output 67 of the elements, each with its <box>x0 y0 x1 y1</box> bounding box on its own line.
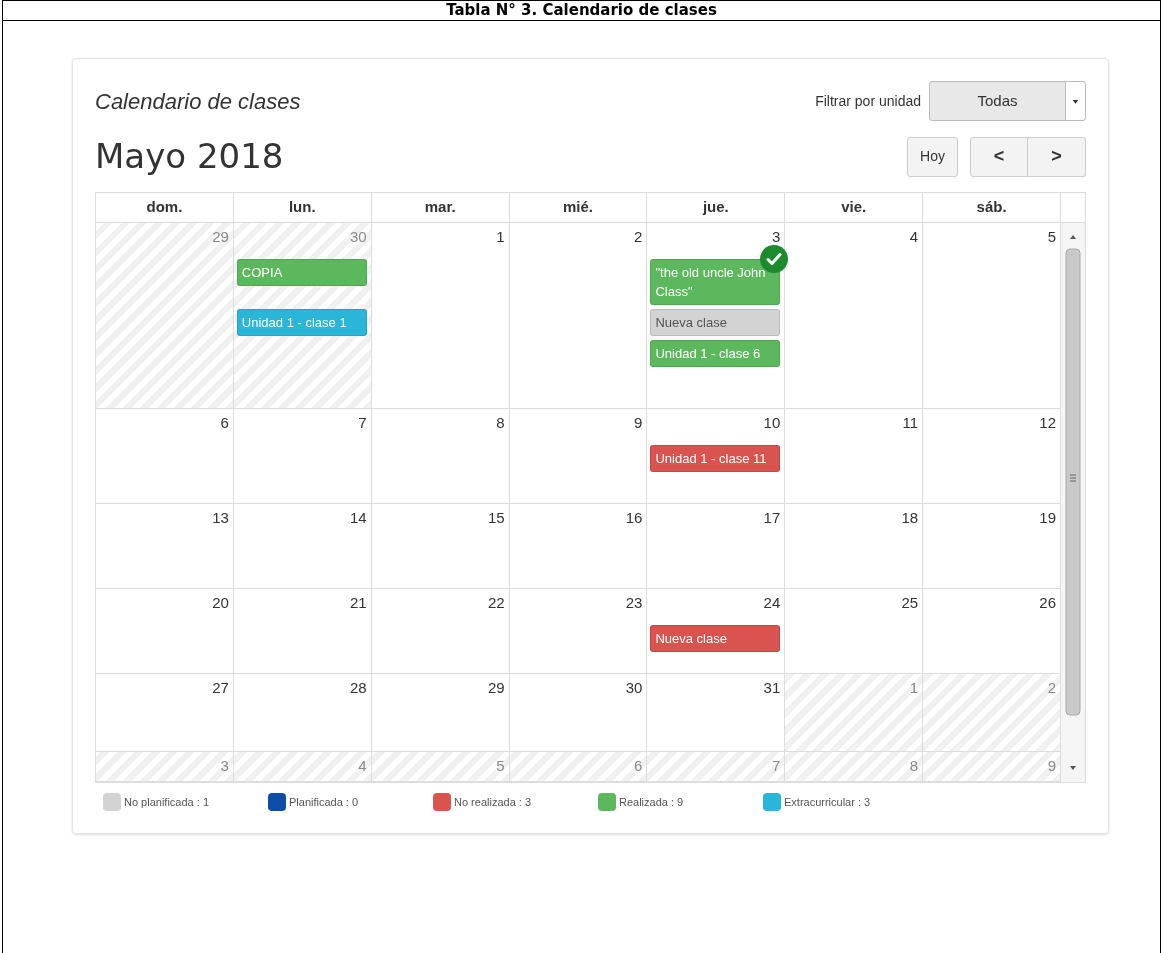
day-number: 1 <box>496 227 505 247</box>
previous-button[interactable]: < <box>970 136 1028 177</box>
day-number: 2 <box>634 227 643 247</box>
day-number: 8 <box>496 413 505 433</box>
day-number: 14 <box>350 508 367 528</box>
month-title: Mayo 2018 <box>95 135 284 178</box>
day-number: 23 <box>625 593 643 613</box>
weekday-header: mié. <box>563 197 593 218</box>
weekday-header: jue. <box>702 197 729 218</box>
day-number: 7 <box>771 756 781 776</box>
day-number: 8 <box>909 756 919 776</box>
unit-filter-dropdown[interactable]: Todas <box>929 81 1086 121</box>
legend-label: Realizada : 9 <box>619 795 684 810</box>
day-number: 4 <box>909 227 919 247</box>
day-number: 5 <box>496 756 505 776</box>
day-number: 30 <box>625 678 643 698</box>
day-number: 29 <box>212 227 229 247</box>
weekday-header: mar. <box>424 197 456 218</box>
weekday-header: sáb. <box>976 197 1007 218</box>
day-number: 6 <box>634 756 643 776</box>
day-number: 28 <box>350 678 367 698</box>
weekday-header: vie. <box>841 197 867 218</box>
day-number: 22 <box>487 593 505 613</box>
today-button[interactable]: Hoy <box>907 136 958 177</box>
day-number: 11 <box>902 413 919 433</box>
caret-icon <box>1065 82 1085 120</box>
day-number: 26 <box>1039 593 1056 613</box>
day-number: 7 <box>358 413 367 433</box>
day-number: 13 <box>212 508 229 528</box>
legend-label: No planificada : 1 <box>124 795 209 810</box>
weekday-header: dom. <box>146 197 183 218</box>
day-number: 18 <box>901 508 919 528</box>
day-number: 3 <box>220 756 229 776</box>
event[interactable]: Unidad 1 - clase 11 <box>650 445 781 472</box>
day-number: 30 <box>350 227 367 247</box>
day-number: 19 <box>1039 508 1056 528</box>
day-number: 5 <box>1047 227 1056 247</box>
day-number: 9 <box>1047 756 1056 776</box>
day-number: 6 <box>220 413 229 433</box>
scrollbar[interactable] <box>1061 223 1085 782</box>
card-title: Calendario de clases <box>95 87 301 116</box>
day-number: 12 <box>1039 413 1056 433</box>
day-number: 3 <box>771 227 781 247</box>
day-number: 16 <box>625 508 643 528</box>
day-number: 1 <box>909 678 919 698</box>
filter-label: Filtrar por unidad <box>815 91 921 111</box>
day-number: 9 <box>634 413 643 433</box>
legend-label: Planificada : 0 <box>289 795 359 810</box>
day-number: 29 <box>487 678 505 698</box>
event[interactable]: Nueva clase <box>650 309 781 336</box>
day-number: 17 <box>763 508 781 528</box>
event[interactable]: Nueva clase <box>650 625 781 652</box>
day-number: 25 <box>901 593 919 613</box>
day-number: 31 <box>763 678 781 698</box>
weekday-header: lun. <box>288 197 316 218</box>
day-number: 4 <box>358 756 367 776</box>
day-number: 15 <box>487 508 505 528</box>
day-number: 10 <box>763 413 781 433</box>
day-number: 21 <box>350 593 367 613</box>
legend-label: Extracurricular : 3 <box>784 795 871 810</box>
day-number: 2 <box>1047 678 1056 698</box>
day-number: 24 <box>763 593 781 613</box>
legend-label: No realizada : 3 <box>454 795 532 810</box>
next-button[interactable]: > <box>1028 136 1086 177</box>
table-caption: Tabla N° 3. Calendario de clases <box>446 0 717 22</box>
day-number: 20 <box>212 593 229 613</box>
day-number: 27 <box>212 678 229 698</box>
